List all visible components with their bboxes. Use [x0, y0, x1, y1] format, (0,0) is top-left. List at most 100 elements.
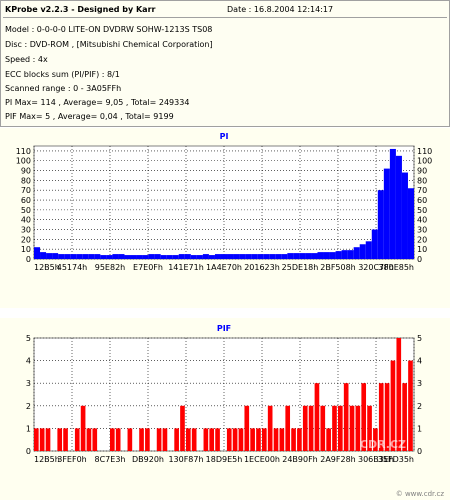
data-bar: [34, 428, 39, 451]
data-bar: [160, 255, 167, 259]
data-bar: [273, 428, 279, 451]
data-bar: [80, 405, 86, 451]
data-bar: [233, 254, 240, 259]
data-bar: [180, 405, 185, 451]
data-bar: [64, 254, 71, 259]
data-bar: [118, 254, 125, 259]
data-bar: [335, 251, 342, 259]
ecc-line: ECC blocks sum (PI/PIF) : 8/1: [5, 70, 120, 79]
data-bar: [232, 428, 238, 451]
footer-credit: © www.cdr.cz: [396, 490, 445, 498]
data-bar: [251, 254, 258, 259]
data-bar: [359, 244, 366, 259]
range-line: Scanned range : 0 - 3A05FFh: [5, 84, 122, 93]
y-tick-label-right: 90: [417, 167, 427, 176]
data-bar: [332, 405, 337, 451]
data-bar: [186, 428, 191, 451]
data-bar: [191, 428, 197, 451]
y-tick-label-left: 20: [21, 235, 31, 244]
data-bar: [145, 428, 150, 451]
info-panel: KProbe v2.2.3 - Designed by Karr Date : …: [0, 0, 450, 127]
y-tick-label-right: 50: [417, 206, 427, 215]
data-bar: [57, 428, 63, 451]
y-tick-label-right: 0: [417, 447, 422, 456]
data-bar: [209, 428, 215, 451]
pif-stats-line: PIF Max= 5 , Average= 0,04 , Total= 9199: [5, 112, 174, 121]
data-bar: [86, 428, 92, 451]
y-tick-label-right: 2: [417, 402, 422, 411]
data-bar: [297, 428, 302, 451]
speed-line: Speed : 4x: [5, 55, 48, 64]
y-tick-label-right: 4: [417, 357, 422, 366]
y-tick-label-right: 5: [417, 334, 422, 343]
data-bar: [239, 254, 246, 259]
data-bar: [40, 252, 47, 259]
data-bar: [190, 255, 197, 259]
pi-stats-line: PI Max= 114 , Average= 9,05 , Total= 249…: [5, 98, 190, 107]
x-tick-label: 95E82h: [95, 263, 125, 272]
y-tick-label-left: 3: [26, 379, 31, 388]
y-tick-label-left: 4: [26, 357, 31, 366]
data-bar: [395, 155, 402, 259]
data-bar: [115, 428, 121, 451]
x-tick-label: 141E71h: [168, 263, 204, 272]
x-tick-label: 45174h: [57, 263, 88, 272]
data-bar: [308, 405, 314, 451]
pi-chart-panel: PI 0 0 10 10 20 20 30 30 40 40 50 50 60 60 70 70 80 80 90 90…: [0, 128, 450, 308]
x-tick-label: 1A4E70h: [206, 263, 242, 272]
data-bar: [305, 253, 312, 259]
data-bar: [215, 428, 220, 451]
pif-chart-panel: PIF 0 0 1 1 2 2 3 3 4 4 5 5 12B5h 3FEF0h 8C7E3h DB920h 13…: [0, 318, 450, 500]
data-bar: [127, 428, 133, 451]
data-bar: [377, 190, 384, 259]
data-bar: [82, 254, 89, 259]
data-bar: [341, 250, 348, 259]
data-bar: [287, 253, 294, 259]
y-tick-label-left: 30: [21, 226, 31, 235]
data-bar: [293, 253, 300, 259]
y-tick-label-left: 0: [26, 447, 31, 456]
model-line: Model : 0-0-0-0 LITE-ON DVDRW SOHW-1213S…: [5, 25, 213, 34]
y-tick-label-right: 3: [417, 379, 422, 388]
x-tick-label: 24B90Fh: [282, 455, 318, 464]
data-bar: [58, 254, 65, 259]
pif-chart: PIF 0 0 1 1 2 2 3 3 4 4 5 5 12B5h3FEF0h 8C7E3h DB920h 13…: [26, 324, 445, 498]
data-bar: [94, 254, 101, 259]
data-bar: [371, 229, 378, 259]
data-bar: [262, 428, 267, 451]
data-bar: [257, 254, 264, 259]
data-bar: [279, 428, 285, 451]
data-bar: [156, 428, 162, 451]
data-bar: [148, 254, 155, 259]
x-tick-label: 3FEF0h: [57, 455, 87, 464]
data-bar: [196, 255, 203, 259]
data-bar: [39, 428, 45, 451]
data-bar: [349, 405, 355, 451]
y-tick-label-right: 110: [417, 147, 432, 156]
chart-title: PI: [220, 132, 229, 141]
x-tick-label: 12B5h: [34, 455, 60, 464]
y-tick-label-left: 70: [21, 186, 31, 195]
y-tick-label-left: 5: [26, 334, 31, 343]
y-tick-label-right: 40: [417, 216, 427, 225]
data-bar: [326, 428, 331, 451]
data-bar: [408, 360, 413, 451]
data-bar: [100, 255, 107, 259]
data-bar: [174, 428, 179, 451]
data-bar: [76, 254, 83, 259]
y-tick-label-left: 10: [21, 245, 31, 254]
y-tick-label-left: 110: [16, 147, 31, 156]
y-tick-label-left: 2: [26, 402, 31, 411]
x-tick-label: DB920h: [132, 455, 164, 464]
data-bar: [407, 188, 414, 259]
data-bar: [184, 254, 191, 259]
data-bar: [281, 254, 288, 259]
data-bar: [46, 253, 53, 259]
data-bar: [320, 405, 326, 451]
y-tick-label-right: 80: [417, 176, 427, 185]
scan-date: Date : 16.8.2004 12:14:17: [227, 5, 334, 14]
data-bar: [401, 172, 408, 259]
data-bar: [275, 254, 282, 259]
x-tick-label: 1ECE00h: [244, 455, 280, 464]
x-tick-label: 18D9E5h: [206, 455, 243, 464]
